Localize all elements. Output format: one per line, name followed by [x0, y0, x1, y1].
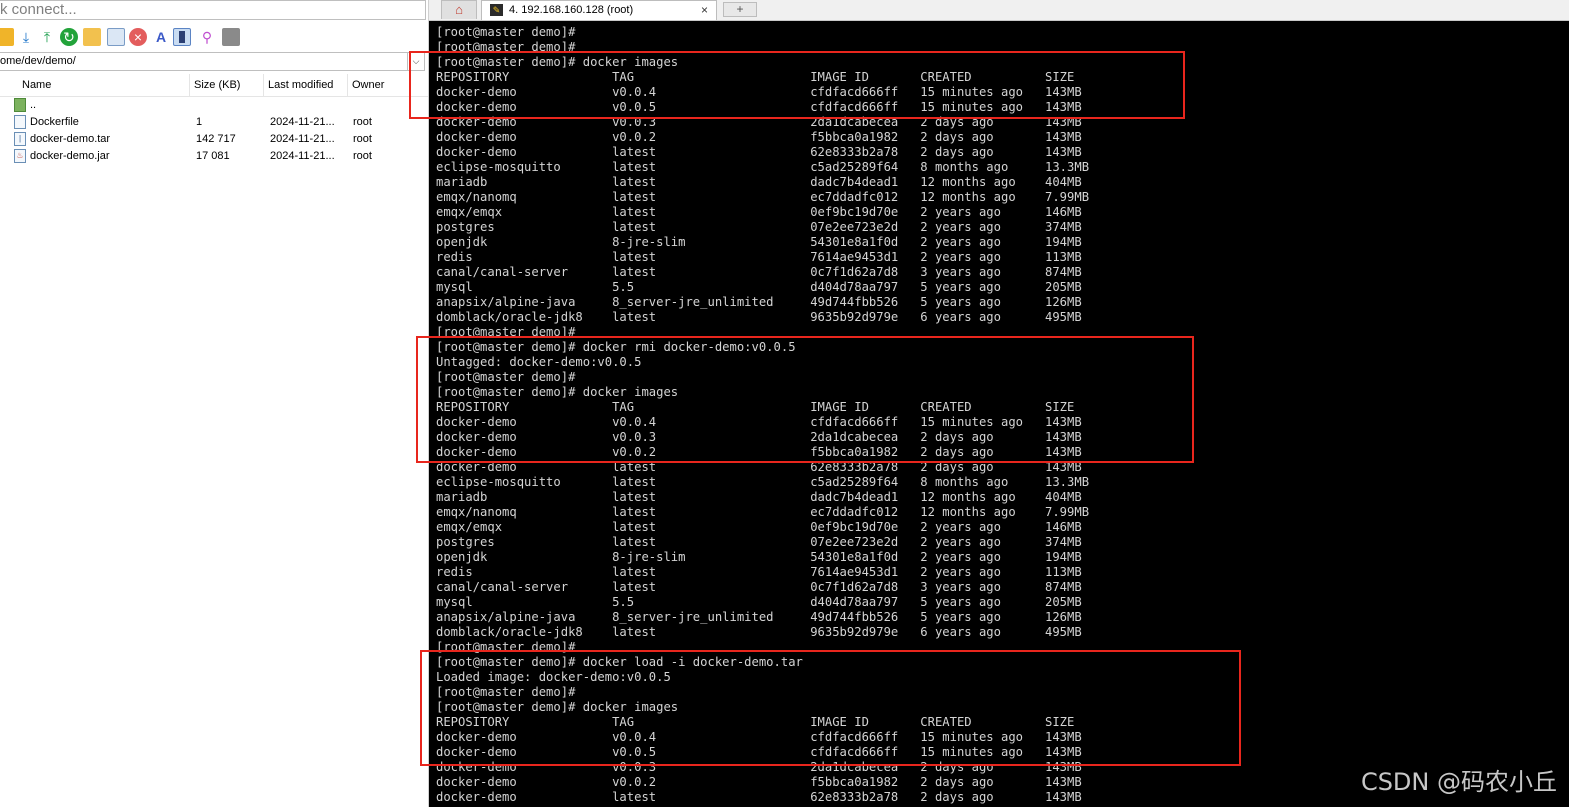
file-list-header: Name Size (KB) Last modified Owner — [0, 74, 428, 97]
rename-icon[interactable]: A — [152, 28, 170, 46]
home-icon[interactable]: ⌂ — [441, 0, 477, 19]
terminal-line: redis latest 7614ae9453d1 2 years ago 11… — [436, 250, 1082, 264]
terminal-line: openjdk 8-jre-slim 54301e8a1f0d 2 years … — [436, 550, 1082, 564]
new-file-icon[interactable] — [107, 28, 125, 46]
terminal-line: docker-demo latest 62e8333b2a78 2 days a… — [436, 145, 1082, 159]
terminal-line: docker-demo v0.0.2 f5bbca0a1982 2 days a… — [436, 130, 1082, 144]
terminal-line: emqx/nanomq latest ec7ddadfc012 12 month… — [436, 190, 1090, 204]
file-row[interactable]: | docker-demo.tar 142 717 2024-11-21... … — [0, 131, 428, 148]
file-modified: 2024-11-21... — [270, 150, 335, 162]
file-row[interactable]: ♨ docker-demo.jar 17 081 2024-11-21... r… — [0, 148, 428, 165]
new-folder-icon[interactable] — [83, 28, 101, 46]
tab-session[interactable]: ✎ 4. 192.168.160.128 (root) × — [481, 0, 717, 20]
quick-connect-input[interactable]: k connect... — [0, 0, 426, 20]
terminal-pane: ⌂ ✎ 4. 192.168.160.128 (root) × + [root@… — [409, 0, 1569, 807]
highlight-box-initial-images — [409, 51, 1185, 119]
delete-icon[interactable]: × — [129, 28, 147, 46]
jar-icon: ♨ — [14, 149, 26, 163]
terminal-line: canal/canal-server latest 0c7f1d62a7d8 3… — [436, 580, 1082, 594]
folder-icon[interactable] — [0, 28, 14, 46]
path-text: ome/dev/demo/ — [0, 55, 76, 67]
file-name: Dockerfile — [30, 116, 79, 128]
terminal-line: domblack/oracle-jdk8 latest 9635b92d979e… — [436, 625, 1082, 639]
highlight-box-load — [420, 650, 1241, 766]
file-name: .. — [30, 99, 37, 111]
file-size: 17 081 — [196, 150, 230, 162]
col-name[interactable]: Name — [0, 74, 190, 96]
terminal-line: postgres latest 07e2ee723e2d 2 years ago… — [436, 535, 1082, 549]
terminal-line: anapsix/alpine-java 8_server-jre_unlimit… — [436, 295, 1082, 309]
terminal-line: anapsix/alpine-java 8_server-jre_unlimit… — [436, 610, 1082, 624]
terminal-line: emqx/emqx latest 0ef9bc19d70e 2 years ag… — [436, 205, 1082, 219]
sftp-pane: k connect... ⤓ ⤒ ↻ × A ⚲ ome/dev/demo/ ⌵… — [0, 0, 429, 807]
terminal-line: [root@master demo]# — [436, 25, 576, 39]
tab-session-title: 4. 192.168.160.128 (root) — [509, 4, 634, 16]
close-icon[interactable]: × — [701, 1, 708, 19]
terminal-line: emqx/emqx latest 0ef9bc19d70e 2 years ag… — [436, 520, 1082, 534]
col-modified[interactable]: Last modified — [264, 74, 348, 96]
download-icon[interactable]: ⤓ — [17, 28, 35, 46]
file-name: docker-demo.jar — [30, 150, 110, 162]
terminal-icon[interactable] — [222, 28, 240, 46]
file-row[interactable]: Dockerfile 1 2024-11-21... root — [0, 114, 428, 131]
terminal-line: mariadb latest dadc7b4dead1 12 months ag… — [436, 490, 1082, 504]
terminal-line: mysql 5.5 d404d78aa797 5 years ago 205MB — [436, 595, 1082, 609]
terminal-line: emqx/nanomq latest ec7ddadfc012 12 month… — [436, 505, 1090, 519]
highlight-box-rmi — [416, 336, 1194, 463]
file-owner: root — [353, 150, 372, 162]
file-modified: 2024-11-21... — [270, 133, 335, 145]
file-row[interactable]: .. — [0, 97, 428, 114]
terminal-line: mysql 5.5 d404d78aa797 5 years ago 205MB — [436, 280, 1082, 294]
upload-icon[interactable]: ⤒ — [38, 28, 56, 46]
terminal-line: mariadb latest dadc7b4dead1 12 months ag… — [436, 175, 1082, 189]
file-size: 142 717 — [196, 133, 236, 145]
path-input[interactable]: ome/dev/demo/ ⌵ — [0, 52, 425, 71]
archive-icon: | — [14, 132, 26, 146]
tab-bar: ⌂ ✎ 4. 192.168.160.128 (root) × + — [429, 0, 1569, 21]
terminal-line: domblack/oracle-jdk8 latest 9635b92d979e… — [436, 310, 1082, 324]
sftp-toolbar: ⤓ ⤒ ↻ × A ⚲ — [0, 25, 428, 51]
col-size[interactable]: Size (KB) — [190, 74, 264, 96]
terminal-line: redis latest 7614ae9453d1 2 years ago 11… — [436, 565, 1082, 579]
file-modified: 2024-11-21... — [270, 116, 335, 128]
terminal-line: openjdk 8-jre-slim 54301e8a1f0d 2 years … — [436, 235, 1082, 249]
refresh-icon[interactable]: ↻ — [60, 28, 78, 46]
ssh-session-icon: ✎ — [490, 4, 503, 16]
properties-icon[interactable] — [173, 28, 191, 46]
watermark-text: CSDN @码农小丘 — [1360, 768, 1557, 796]
terminal-line: postgres latest 07e2ee723e2d 2 years ago… — [436, 220, 1082, 234]
terminal-line: canal/canal-server latest 0c7f1d62a7d8 3… — [436, 265, 1082, 279]
new-tab-button[interactable]: + — [723, 2, 757, 17]
terminal-line: eclipse-mosquitto latest c5ad25289f64 8 … — [436, 475, 1090, 489]
file-owner: root — [353, 116, 372, 128]
terminal-line: eclipse-mosquitto latest c5ad25289f64 8 … — [436, 160, 1090, 174]
permissions-icon[interactable]: ⚲ — [198, 28, 216, 46]
file-icon — [14, 115, 26, 129]
file-owner: root — [353, 133, 372, 145]
file-name: docker-demo.tar — [30, 133, 111, 145]
parent-folder-icon — [14, 98, 26, 112]
file-size: 1 — [196, 116, 203, 128]
